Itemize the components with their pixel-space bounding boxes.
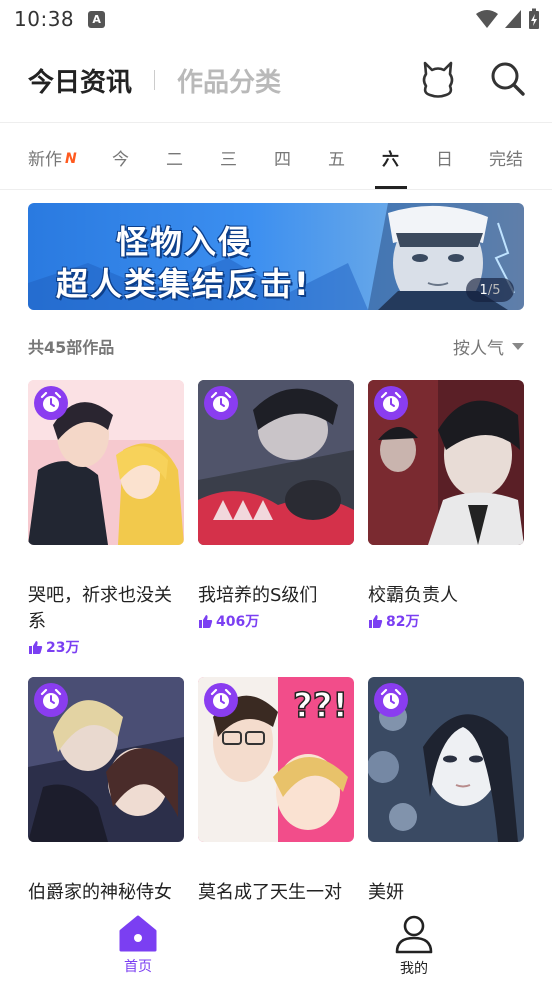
sort-label: 按人气 [453,339,504,359]
nav-home[interactable]: 首页 [98,914,178,976]
home-icon [119,915,157,952]
comic-likes: 406万 [198,611,354,631]
comic-cover [28,380,184,545]
bottom-nav: 首页 我的 [0,906,552,983]
comic-cover [198,380,354,545]
comic-card[interactable]: 我培养的S级们 406万 [198,380,354,631]
alarm-icon [374,683,408,717]
banner-total-pages: /5 [487,282,501,298]
search-icon[interactable] [490,61,526,97]
banner-title-line2: 超人类集结反击! [56,265,311,303]
user-icon [395,915,433,954]
weekday-tabs: 新作 N 今 二 三 四 五 六 日 完结 [0,122,552,190]
nav-me-label: 我的 [400,961,428,977]
thumbs-up-icon [29,640,43,654]
app-header: 今日资讯 作品分类 [0,38,552,122]
tab-today-news[interactable]: 今日资讯 [28,62,132,99]
battery-icon [529,8,539,29]
alarm-icon [34,386,68,420]
comic-title: 哭吧，祈求也没关系 [28,585,172,632]
chevron-down-icon [512,343,524,350]
likes-count: 82万 [386,614,420,630]
tab-saturday[interactable]: 六 [382,145,399,170]
likes-count: 406万 [216,614,260,630]
thumbs-up-icon [199,614,213,628]
tab-today[interactable]: 今 [112,145,129,170]
a-box-icon: A [88,10,106,28]
tab-friday[interactable]: 五 [328,145,345,170]
svg-text:??!: ??! [293,686,348,726]
header-icons [420,60,526,98]
comic-cover: ??! [198,677,354,842]
thumbs-up-icon [369,614,383,628]
alarm-icon [374,386,408,420]
comic-title: 我培养的S级们 [198,585,318,606]
tab-thursday[interactable]: 四 [274,145,291,170]
alarm-icon [34,683,68,717]
nav-me[interactable]: 我的 [374,914,454,978]
status-indicators [476,8,540,30]
promo-banner[interactable]: 怪物入侵 超人类集结反击! 1/5 [28,203,524,310]
sort-dropdown[interactable]: 按人气 [453,334,524,359]
status-time: 10:38 [14,7,75,31]
comic-card[interactable]: 哭吧，祈求也没关系 23万 [28,380,184,657]
tab-sunday[interactable]: 日 [436,145,453,170]
tab-wednesday[interactable]: 三 [220,145,237,170]
signal-icon [505,10,521,28]
comic-cover [368,380,524,545]
tab-new-label: 新作 [28,150,62,170]
comic-card[interactable]: 伯爵家的神秘侍女 [28,677,184,906]
comic-card[interactable]: 校霸负责人 82万 [368,380,524,631]
list-header: 共45部作品 按人气 [28,334,524,359]
comic-title: 美妍 [368,882,404,903]
comic-title: 校霸负责人 [368,585,458,606]
banner-title-line1: 怪物入侵 [116,223,253,261]
comic-cover [28,677,184,842]
wifi-icon [476,10,498,28]
comic-title: 伯爵家的神秘侍女 [28,882,172,903]
tab-tuesday[interactable]: 二 [166,145,183,170]
comic-card[interactable]: 美妍 [368,677,524,906]
banner-current-page: 1 [479,282,488,298]
active-tab-indicator [375,186,407,189]
comic-cover [368,677,524,842]
comic-card[interactable]: ??! 莫名成了天生一对 [198,677,354,906]
banner-page-indicator: 1/5 [466,278,514,302]
comic-title: 莫名成了天生一对 [198,882,342,903]
status-bar: 10:38 A [0,0,552,38]
new-badge: N [65,151,77,167]
alarm-icon [204,386,238,420]
alarm-icon [204,683,238,717]
tab-completed[interactable]: 完结 [489,145,523,170]
comic-likes: 23万 [28,637,184,657]
header-divider [154,70,156,90]
tab-categories[interactable]: 作品分类 [177,62,281,99]
likes-count: 23万 [46,640,80,656]
comic-likes: 82万 [368,611,524,631]
nav-home-label: 首页 [124,959,152,975]
bear-icon[interactable] [420,60,456,98]
tab-new[interactable]: 新作 N [28,145,77,170]
work-count: 共45部作品 [28,338,115,357]
